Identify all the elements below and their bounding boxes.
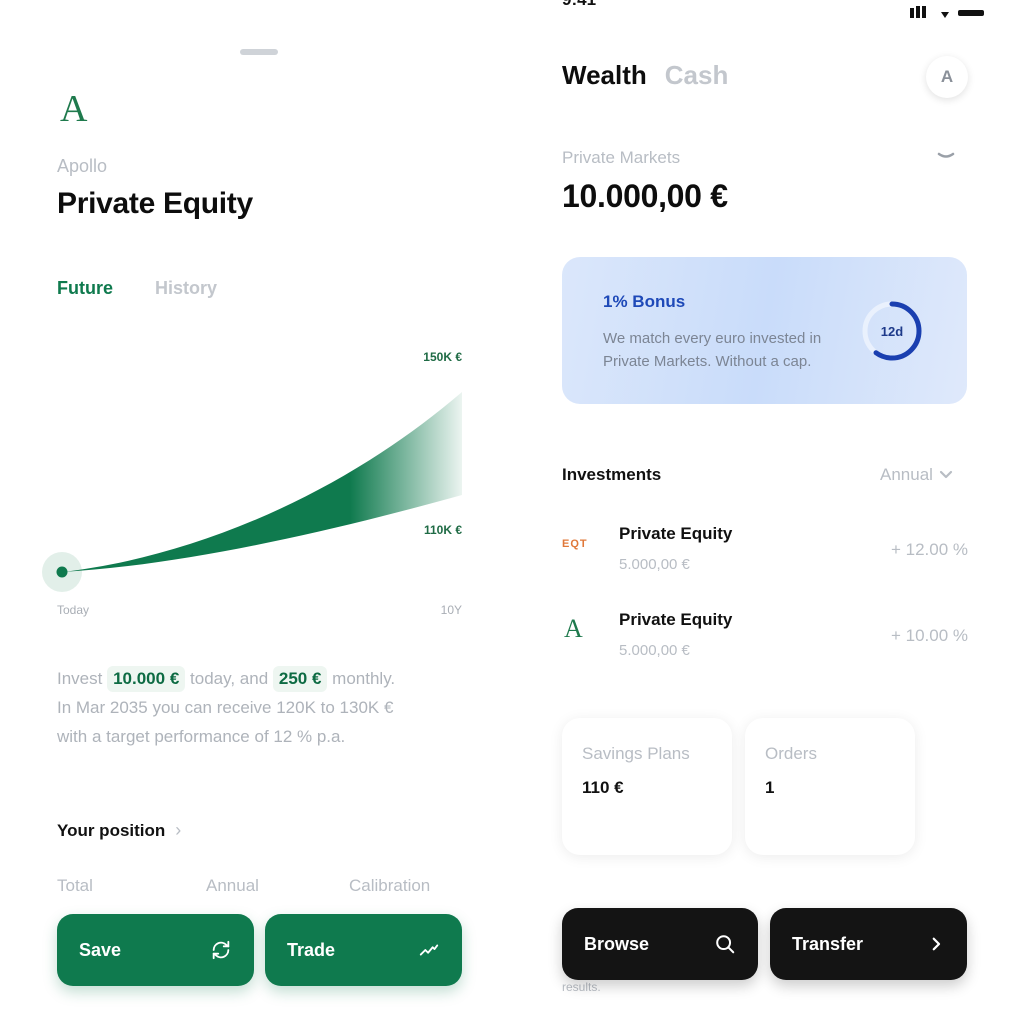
tab-history[interactable]: History <box>155 278 217 299</box>
search-icon <box>716 935 735 954</box>
period-selector[interactable]: Annual <box>880 465 953 485</box>
projection-range-area <box>62 392 462 572</box>
investment-name: Private Equity <box>619 524 733 543</box>
sheet-grabber[interactable] <box>240 49 278 55</box>
account-tabs: Wealth Cash <box>562 60 728 91</box>
browse-button[interactable]: Browse <box>562 908 758 980</box>
initial-amount-chip[interactable]: 10.000 € <box>107 666 186 692</box>
battery-icon <box>958 10 984 16</box>
trade-button[interactable]: Trade <box>265 914 462 986</box>
apollo-logo: A <box>564 614 583 643</box>
bonus-description: We match every euro invested in Private … <box>603 330 822 370</box>
x-end-label: 10Y <box>441 603 462 617</box>
portfolio-balance: 10.000,00 € <box>562 178 728 214</box>
eqt-logo: EQT <box>562 538 588 550</box>
tab-cash[interactable]: Cash <box>665 60 729 91</box>
transfer-button[interactable]: Transfer <box>770 908 967 980</box>
page-title: Private Equity <box>57 187 253 220</box>
countdown-ring: 12d <box>862 301 922 361</box>
refresh-icon <box>212 940 230 960</box>
x-start-label: Today <box>57 603 89 617</box>
lower-bound-label: 110K € <box>424 523 462 537</box>
wifi-icon <box>941 12 949 18</box>
signal-icon <box>910 6 926 18</box>
savings-plans-card[interactable]: Savings Plans 110 € <box>562 718 732 855</box>
your-position-link[interactable]: Your position › <box>57 820 181 841</box>
today-marker <box>56 566 68 578</box>
apollo-logo: A <box>60 88 88 130</box>
section-label: Private Markets <box>562 148 681 167</box>
investment-name: Private Equity <box>619 610 733 629</box>
chevron-down-icon[interactable] <box>936 146 956 158</box>
investment-performance: + 12.00 % <box>890 540 968 559</box>
avatar[interactable]: A <box>926 56 968 98</box>
investment-row[interactable]: A Private Equity 5.000,00 € + 10.00 % <box>562 610 968 670</box>
asset-detail-panel: A Apollo Private Equity Future History 1… <box>0 0 512 1024</box>
disclaimer-text: results. <box>562 980 601 994</box>
status-time: 9:41 <box>562 0 596 10</box>
position-col-annual: Annual <box>206 876 259 895</box>
position-col-calibration: Calibration <box>349 876 431 895</box>
bonus-title: 1% Bonus <box>603 292 686 311</box>
trend-icon <box>419 944 439 956</box>
investment-amount: 5.000,00 € <box>619 642 690 659</box>
chevron-down-icon <box>939 470 953 479</box>
orders-card[interactable]: Orders 1 <box>745 718 915 855</box>
asset-brand: Apollo <box>57 156 108 176</box>
countdown-days: 12d <box>881 324 903 339</box>
status-icons <box>910 6 986 18</box>
bonus-banner[interactable]: 1% Bonus We match every euro invested in… <box>562 257 967 404</box>
chevron-right-icon <box>932 937 941 951</box>
position-col-total: Total <box>57 876 93 895</box>
investment-performance: + 10.00 % <box>890 626 968 645</box>
upper-bound-label: 150K € <box>423 350 462 364</box>
projection-chart: 150K € 110K € Today 10Y <box>42 350 462 617</box>
projection-summary: Invest 10.000 € today, and 250 € monthly… <box>57 664 467 751</box>
tab-wealth[interactable]: Wealth <box>562 60 647 91</box>
chart-tabs: Future History <box>57 278 217 299</box>
investment-row[interactable]: EQT Private Equity 5.000,00 € + 12.00 % <box>562 524 968 584</box>
wealth-overview-panel: 9:41 Wealth Cash A Private Markets 10.00… <box>512 0 1024 1024</box>
investment-amount: 5.000,00 € <box>619 556 690 573</box>
chevron-right-icon: › <box>175 820 182 840</box>
save-button[interactable]: Save <box>57 914 254 986</box>
monthly-amount-chip[interactable]: 250 € <box>272 666 328 692</box>
investments-heading: Investments <box>562 465 662 484</box>
tab-future[interactable]: Future <box>57 278 113 299</box>
